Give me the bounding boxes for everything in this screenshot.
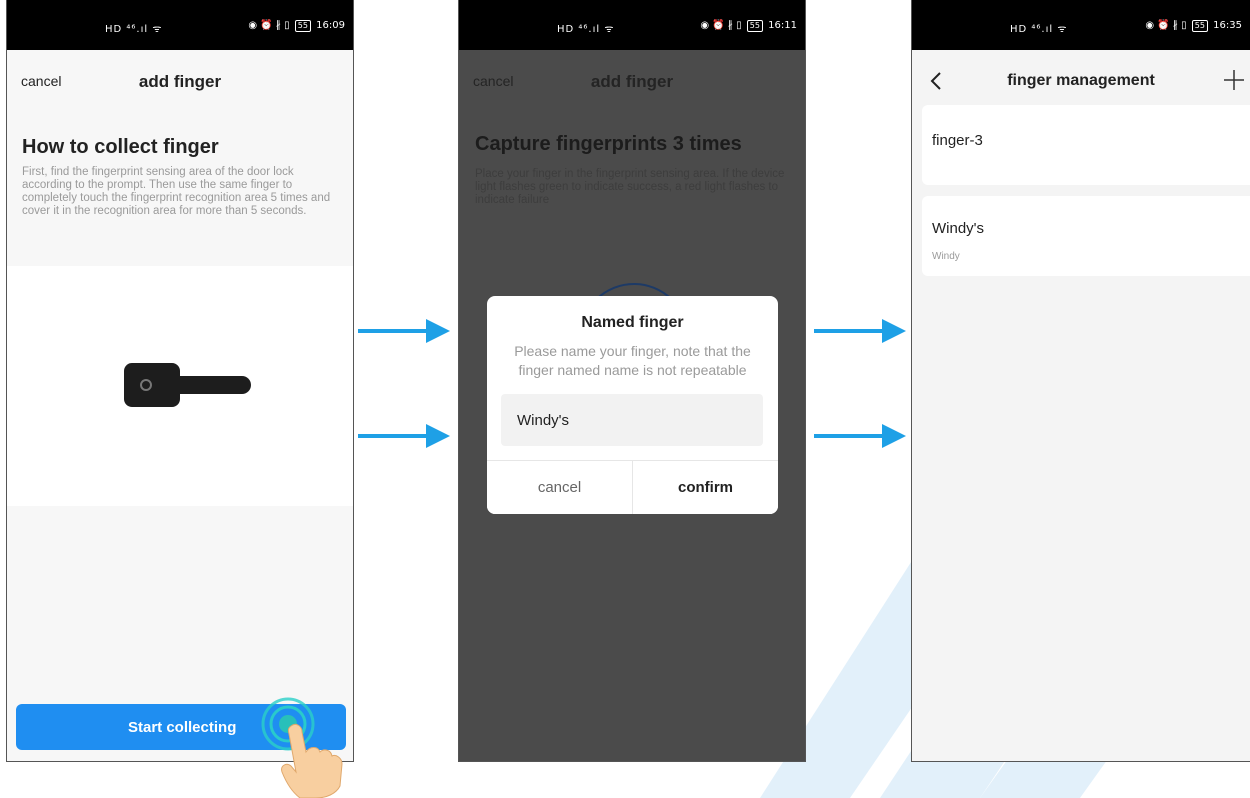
status-bar: HD ⁴⁶.ıl ᯤ ◉ ⏰ ∦ ▯ 55 16:09 [7,0,353,50]
nav-bar: finger management [912,50,1250,112]
page-title: add finger [590,72,674,91]
status-icons: ◉ ⏰ ∦ ▯ [248,20,290,31]
dialog-message: Please name your finger, note that the f… [514,343,751,378]
status-icons: ◉ ⏰ ∦ ▯ [700,20,742,31]
finger-owner: Windy [932,251,960,262]
battery-icon: 55 [746,20,763,32]
status-bar: HD ⁴⁶.ıl ᯤ ◉ ⏰ ∦ ▯ 55 16:35 [912,0,1250,50]
status-time: 16:09 [316,20,345,31]
dialog-title: Named finger [581,314,684,331]
status-icons: ◉ ⏰ ∦ ▯ [1145,20,1187,31]
finger-list-item[interactable]: finger-3 [922,105,1250,185]
fingerprint-sensor-icon [140,379,152,391]
status-time: 16:35 [1213,20,1242,31]
handle-body [124,363,180,407]
status-bar: HD ⁴⁶.ıl ᯤ ◉ ⏰ ∦ ▯ 55 16:11 [459,0,805,50]
arrow-right-icon [358,319,450,343]
dialog-confirm-button[interactable]: confirm [632,461,778,514]
finger-list-item[interactable]: Windy's Windy [922,196,1250,276]
plus-icon [1224,70,1244,90]
section-heading: Capture fingerprints 3 times [475,133,742,155]
status-right-group: ◉ ⏰ ∦ ▯ 55 16:09 [248,20,345,32]
name-finger-dialog: Named finger Please name your finger, no… [487,296,778,514]
start-collecting-label: Start collecting [128,719,237,736]
nav-bar: cancel add finger [7,50,353,112]
status-signal-icons: HD ⁴⁶.ıl ᯤ [105,24,163,35]
finger-name-input[interactable] [501,394,763,446]
screen-name-finger-dialog: HD ⁴⁶.ıl ᯤ ◉ ⏰ ∦ ▯ 55 16:11 cancel add f… [458,0,806,762]
add-finger-button[interactable] [1222,68,1246,92]
nav-bar: cancel add finger [459,50,805,112]
finger-name: finger-3 [932,132,983,149]
instruction-text: First, find the fingerprint sensing area… [22,166,331,217]
tap-hand-icon [261,697,343,798]
arrow-right-icon [358,424,450,448]
status-signal-icons: HD ⁴⁶.ıl ᯤ [1010,24,1068,35]
status-right-group: ◉ ⏰ ∦ ▯ 55 16:35 [1145,20,1242,32]
battery-icon: 55 [294,20,311,32]
dialog-cancel-button[interactable]: cancel [487,461,632,514]
arrow-right-icon [814,424,906,448]
arrow-right-icon [814,319,906,343]
finger-name: Windy's [932,220,985,237]
section-heading: How to collect finger [22,136,219,158]
status-signal-icons: HD ⁴⁶.ıl ᯤ [557,24,615,35]
battery-icon: 55 [1191,20,1208,32]
status-right-group: ◉ ⏰ ∦ ▯ 55 16:11 [700,20,797,32]
instruction-text: Place your finger in the fingerprint sen… [475,168,785,206]
page-title: finger management [1007,72,1155,89]
status-time: 16:11 [768,20,797,31]
screen-finger-management: HD ⁴⁶.ıl ᯤ ◉ ⏰ ∦ ▯ 55 16:35 finger manag… [911,0,1250,762]
screen-add-finger-instructions: HD ⁴⁶.ıl ᯤ ◉ ⏰ ∦ ▯ 55 16:09 cancel add f… [6,0,354,762]
dialog-buttons: cancel confirm [487,460,778,514]
page-title: add finger [138,72,222,91]
